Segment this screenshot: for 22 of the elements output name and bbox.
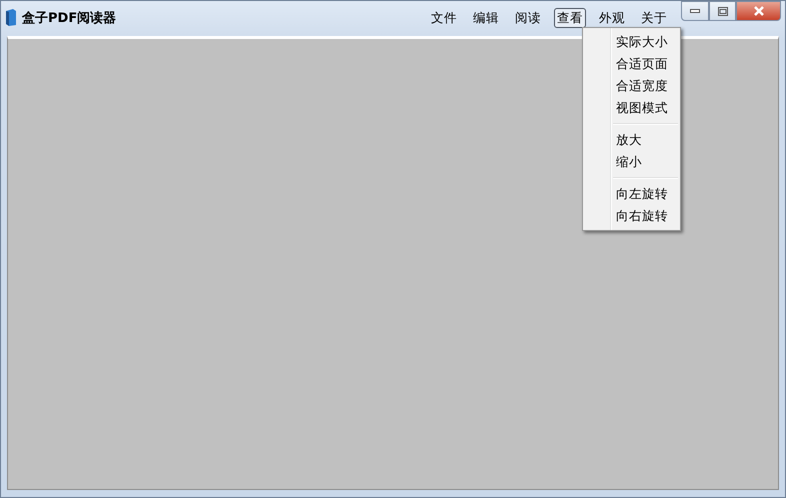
- menu-item[interactable]: 查看: [554, 8, 586, 28]
- maximize-icon: [718, 6, 728, 16]
- dropdown-item[interactable]: 实际大小: [583, 31, 680, 53]
- dropdown-item[interactable]: 放大: [583, 129, 680, 151]
- menu-item[interactable]: 外观: [596, 8, 628, 28]
- book-icon: [5, 9, 17, 26]
- dropdown-item[interactable]: 缩小: [583, 151, 680, 173]
- menu-item[interactable]: 编辑: [470, 8, 502, 28]
- window-title: 盒子PDF阅读器: [22, 10, 116, 26]
- close-icon: [752, 6, 764, 16]
- dropdown-item[interactable]: 向右旋转: [583, 205, 680, 227]
- maximize-button[interactable]: [709, 1, 736, 21]
- menu-item[interactable]: 关于: [638, 8, 670, 28]
- menu-item[interactable]: 阅读: [512, 8, 544, 28]
- dropdown-item[interactable]: 合适页面: [583, 53, 680, 75]
- dropdown-item[interactable]: 向左旋转: [583, 183, 680, 205]
- close-button[interactable]: [736, 1, 781, 21]
- menu-item[interactable]: 文件: [428, 8, 460, 28]
- minimize-icon: [690, 9, 700, 13]
- minimize-button[interactable]: [681, 1, 709, 21]
- dropdown-item[interactable]: 合适宽度: [583, 75, 680, 97]
- dropdown-item[interactable]: 视图模式: [583, 97, 680, 119]
